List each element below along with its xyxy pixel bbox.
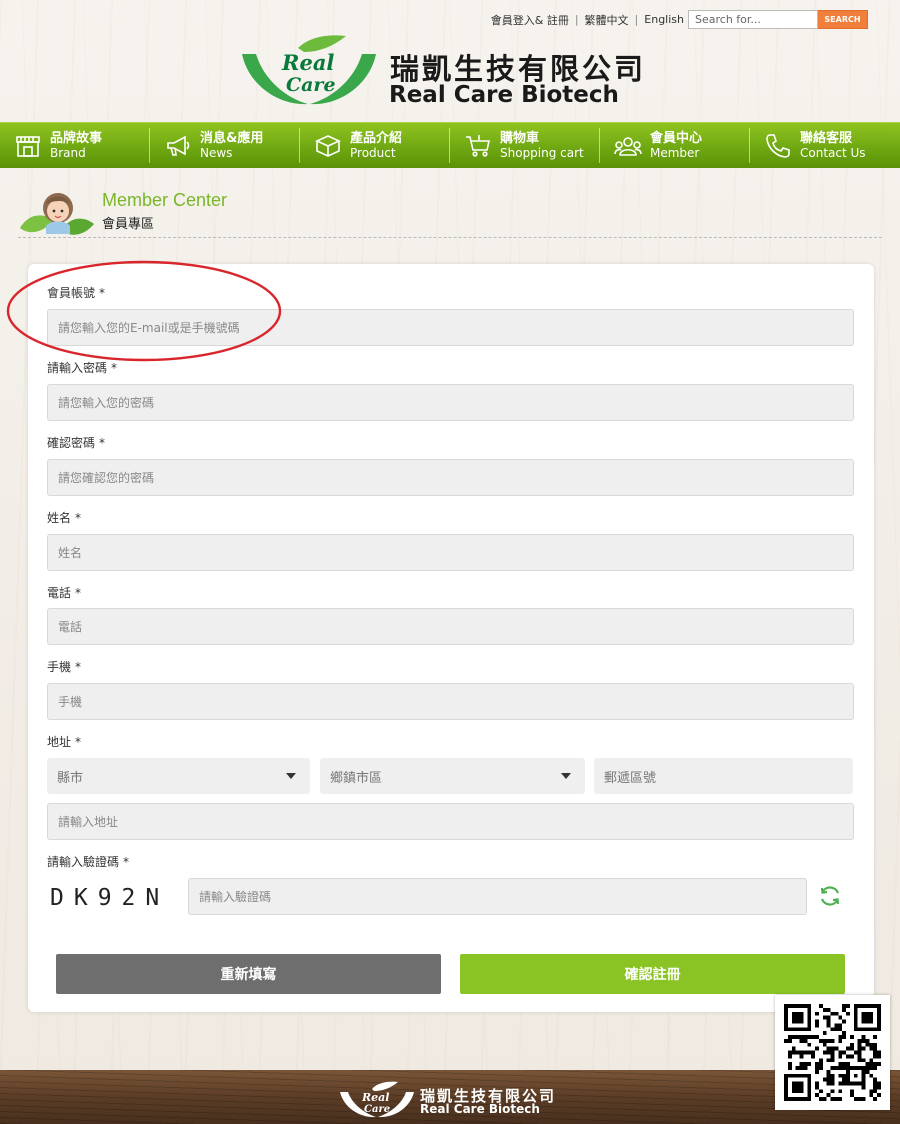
nav-label-cn: 購物車	[500, 130, 540, 146]
phone-icon	[764, 132, 792, 160]
qr-code[interactable]	[775, 995, 890, 1110]
confirm-password-label: 確認密碼 *	[47, 436, 106, 450]
box-icon	[314, 132, 342, 160]
city-select-value: 縣市	[57, 770, 84, 786]
member-avatar-icon	[20, 193, 94, 235]
footer-company-en: Real Care Biotech	[420, 1102, 540, 1116]
nav-label-cn: 消息&應用	[200, 130, 264, 146]
nav-label-en: Brand	[50, 145, 86, 160]
site-logo[interactable]: Real Care 瑞凱生技有限公司 Real Care Biotech	[238, 34, 668, 110]
search-button[interactable]: SEARCH	[818, 10, 868, 29]
company-name-en: Real Care Biotech	[389, 82, 619, 108]
section-title-cn: 會員專區	[102, 217, 155, 232]
reset-button[interactable]: 重新填寫	[56, 954, 441, 994]
nav-label-cn: 會員中心	[650, 130, 703, 146]
district-select[interactable]: 鄉鎮市區	[320, 758, 585, 794]
mobile-label: 手機 *	[47, 660, 82, 674]
separator: |	[574, 13, 579, 26]
nav-label-cn: 聯絡客服	[800, 130, 853, 146]
megaphone-icon	[164, 132, 192, 160]
footer-logo: Real Care 瑞凱生技有限公司 Real Care Biotech	[338, 1080, 578, 1120]
password-label: 請輸入密碼 *	[47, 361, 118, 375]
submit-register-button[interactable]: 確認註冊	[460, 954, 845, 994]
leaf-hands-logo-icon: Real Care	[242, 35, 376, 105]
address-field[interactable]: 請輸入地址	[47, 803, 854, 840]
nav-item-cart[interactable]: 購物車 Shopping cart	[450, 123, 600, 168]
separator: |	[634, 13, 639, 26]
password-field[interactable]: 請您輸入您的密碼	[47, 384, 854, 421]
main-nav: 品牌故事 Brand 消息&應用 News 產品介紹 Product 購物車 Shopp…	[0, 122, 900, 168]
name-label: 姓名 *	[47, 511, 82, 525]
mobile-field[interactable]: 手機	[47, 683, 854, 720]
footer-mark-line2: Care	[364, 1104, 390, 1115]
phone-field[interactable]: 電話	[47, 608, 854, 645]
captcha-label: 請輸入驗證碼 *	[47, 855, 130, 869]
registration-form: 會員帳號 * 請您輸入您的E-mail或是手機號碼 請輸入密碼 * 請您輸入您的密碼…	[28, 264, 874, 1012]
search-input[interactable]: Search for...	[688, 10, 818, 29]
nav-item-member[interactable]: 會員中心 Member	[600, 123, 750, 168]
district-select-value: 鄉鎮市區	[330, 770, 383, 786]
refresh-captcha-icon[interactable]	[818, 884, 842, 908]
storefront-icon	[14, 132, 42, 160]
nav-item-news[interactable]: 消息&應用 News	[150, 123, 300, 168]
captcha-image: DK92N	[50, 885, 170, 911]
login-register-link[interactable]: 會員登入& 註冊	[491, 12, 569, 28]
captcha-field[interactable]: 請輸入驗證碼	[188, 878, 807, 915]
nav-label-en: Product	[350, 145, 396, 160]
caret-down-icon	[286, 773, 296, 779]
nav-item-brand[interactable]: 品牌故事 Brand	[0, 123, 150, 168]
phone-label: 電話 *	[47, 586, 82, 600]
qr-code-icon	[784, 1004, 881, 1101]
cart-icon	[464, 132, 492, 160]
confirm-password-field[interactable]: 請您確認您的密碼	[47, 459, 854, 496]
nav-label-en: Contact Us	[800, 145, 866, 160]
nav-item-product[interactable]: 產品介紹 Product	[300, 123, 450, 168]
section-title-en: Member Center	[102, 190, 228, 210]
nav-label-en: Shopping cart	[500, 145, 584, 160]
search-box: Search for... SEARCH	[688, 10, 868, 29]
members-icon	[614, 132, 642, 160]
nav-item-contact[interactable]: 聯絡客服 Contact Us	[750, 123, 900, 168]
nav-label-en: News	[200, 145, 233, 160]
account-field[interactable]: 請您輸入您的E-mail或是手機號碼	[47, 309, 854, 346]
name-field[interactable]: 姓名	[47, 534, 854, 571]
address-label: 地址 *	[47, 735, 82, 749]
lang-en-link[interactable]: English	[644, 13, 684, 26]
zip-field[interactable]: 郵遞區號	[594, 758, 853, 794]
nav-label-cn: 品牌故事	[50, 130, 103, 146]
nav-label-cn: 產品介紹	[350, 130, 403, 146]
footer-leaf-logo-icon: Real Care	[340, 1081, 414, 1118]
top-utility-bar: 會員登入& 註冊 | 繁體中文 | English Search for... …	[491, 10, 868, 29]
logo-mark-line1: Real	[281, 50, 334, 75]
lang-zh-link[interactable]: 繁體中文	[585, 12, 629, 28]
logo-mark-line2: Care	[286, 74, 336, 96]
footer-mark-line1: Real	[361, 1091, 389, 1104]
section-header: Member Center 會員專區	[18, 184, 882, 238]
caret-down-icon	[561, 773, 571, 779]
city-select[interactable]: 縣市	[47, 758, 310, 794]
nav-label-en: Member	[650, 145, 700, 160]
account-label: 會員帳號 *	[47, 286, 106, 300]
